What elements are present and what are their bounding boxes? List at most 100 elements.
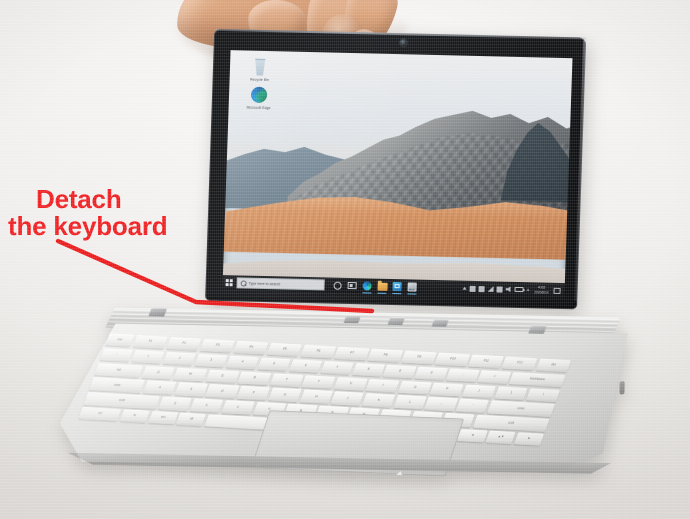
key[interactable]: A (143, 380, 177, 395)
key[interactable]: X (189, 398, 224, 413)
key[interactable]: O (397, 380, 432, 395)
key[interactable]: K (362, 393, 396, 408)
key[interactable]: F10 (434, 352, 471, 367)
taskbar-task-view-button[interactable] (346, 280, 357, 291)
keyboard-connector-tab (148, 307, 168, 317)
key[interactable]: enter (487, 400, 555, 417)
key[interactable]: F2 (165, 337, 202, 352)
desktop-screen[interactable]: Recycle Bin Microsoft Edge Type here to … (222, 50, 573, 299)
key[interactable]: 1 (131, 349, 165, 364)
onedrive-icon[interactable] (469, 285, 476, 292)
key[interactable]: win (147, 410, 179, 425)
bluetooth-icon[interactable] (496, 285, 503, 293)
key[interactable]: C (221, 400, 255, 415)
key[interactable]: del (535, 358, 571, 373)
desktop-icon-edge[interactable]: Microsoft Edge (239, 84, 280, 110)
key[interactable]: ; (424, 397, 458, 412)
key[interactable]: - (446, 368, 480, 383)
key[interactable]: F8 (367, 348, 404, 363)
key[interactable]: D (205, 384, 239, 399)
key[interactable]: \ (526, 387, 561, 402)
key[interactable]: L (393, 395, 427, 410)
key[interactable]: alt (176, 412, 207, 427)
taskbar-photos-button[interactable] (406, 281, 417, 292)
key[interactable]: F12 (501, 356, 538, 371)
key[interactable]: 6 (288, 359, 323, 374)
key[interactable]: F9 (401, 350, 437, 365)
start-button[interactable] (222, 275, 236, 290)
key[interactable]: J (330, 391, 364, 406)
key[interactable]: P (429, 382, 464, 397)
key[interactable]: Q (141, 365, 176, 380)
key[interactable]: U (333, 376, 368, 391)
taskbar-clock[interactable]: 4:02 2020/8/14 (534, 285, 549, 295)
key[interactable]: F1 (132, 335, 168, 350)
key[interactable]: 0 (414, 366, 448, 381)
cortana-icon (333, 281, 342, 290)
key[interactable]: 8 (351, 362, 385, 377)
keyboard-connector-tab (343, 315, 362, 324)
desktop-icon-recycle-bin[interactable]: Recycle Bin (240, 56, 281, 82)
key[interactable]: ' (455, 398, 490, 413)
key[interactable]: shift (83, 392, 161, 409)
key[interactable]: ctrl (78, 406, 122, 422)
key[interactable]: 5 (257, 357, 291, 372)
taskbar-edge-button[interactable] (361, 280, 372, 291)
key[interactable]: H (299, 389, 333, 404)
key[interactable]: F6 (300, 344, 336, 359)
search-placeholder: Type here to search (248, 281, 281, 286)
key[interactable]: ◄ (457, 428, 488, 443)
key[interactable]: F7 (333, 346, 370, 361)
key[interactable]: I (365, 378, 400, 393)
key[interactable]: caps (88, 377, 146, 393)
key[interactable]: Z (158, 396, 192, 411)
show-hidden-icons-chevron[interactable] (462, 286, 467, 290)
key[interactable]: E (205, 369, 240, 384)
system-tray[interactable]: A 4:02 2020/8/14 (462, 284, 565, 295)
key[interactable]: 4 (225, 355, 260, 370)
detachable-keyboard-base[interactable]: esc F1 F2 F3 F4 F5 F6 F7 F8 F9 F10 F11 F… (59, 307, 628, 483)
key[interactable]: ► (513, 432, 545, 447)
key[interactable]: F (236, 386, 271, 401)
taskbar-store-button[interactable] (391, 281, 402, 292)
edge-icon (362, 281, 372, 291)
network-icon[interactable] (488, 286, 494, 292)
key[interactable]: tab (94, 362, 144, 378)
key[interactable]: W (173, 367, 208, 382)
key[interactable]: fn (119, 409, 150, 424)
key[interactable]: [ (462, 384, 497, 399)
action-center-icon[interactable] (553, 287, 561, 294)
key[interactable]: ~ (99, 348, 134, 363)
search-input[interactable]: Type here to search (236, 277, 325, 291)
pen-icon[interactable] (506, 286, 512, 292)
keyboard-connector-tab (387, 316, 406, 326)
clock-date: 2020/8/14 (534, 289, 549, 295)
taskbar-cortana-button[interactable] (331, 280, 342, 291)
key[interactable]: F3 (199, 338, 236, 354)
key[interactable]: F5 (266, 342, 303, 358)
tablet-screen-unit[interactable]: Recycle Bin Microsoft Edge Type here to … (205, 28, 587, 310)
ime-icon[interactable]: A (527, 287, 530, 292)
key[interactable]: S (174, 382, 208, 397)
key[interactable]: backspace (508, 371, 566, 388)
taskbar-file-explorer-button[interactable] (376, 281, 388, 292)
key[interactable]: 2 (162, 351, 197, 366)
surface-app-icon[interactable] (478, 285, 485, 292)
task-view-icon (347, 281, 357, 290)
key[interactable]: R (237, 371, 272, 386)
key[interactable]: Y (301, 374, 336, 389)
battery-icon[interactable] (514, 286, 524, 293)
key[interactable]: ] (494, 386, 529, 401)
key[interactable]: shift (472, 414, 550, 432)
key[interactable]: ▲▼ (485, 430, 516, 445)
key[interactable]: 7 (320, 360, 354, 375)
key[interactable]: 3 (194, 353, 228, 368)
key[interactable]: T (269, 373, 304, 388)
key[interactable]: F4 (233, 340, 269, 356)
key[interactable]: F11 (468, 354, 504, 369)
key[interactable]: 9 (383, 364, 417, 379)
key[interactable]: G (268, 387, 302, 402)
search-icon (240, 279, 247, 287)
key[interactable]: = (477, 370, 511, 385)
key[interactable]: esc (105, 333, 135, 348)
